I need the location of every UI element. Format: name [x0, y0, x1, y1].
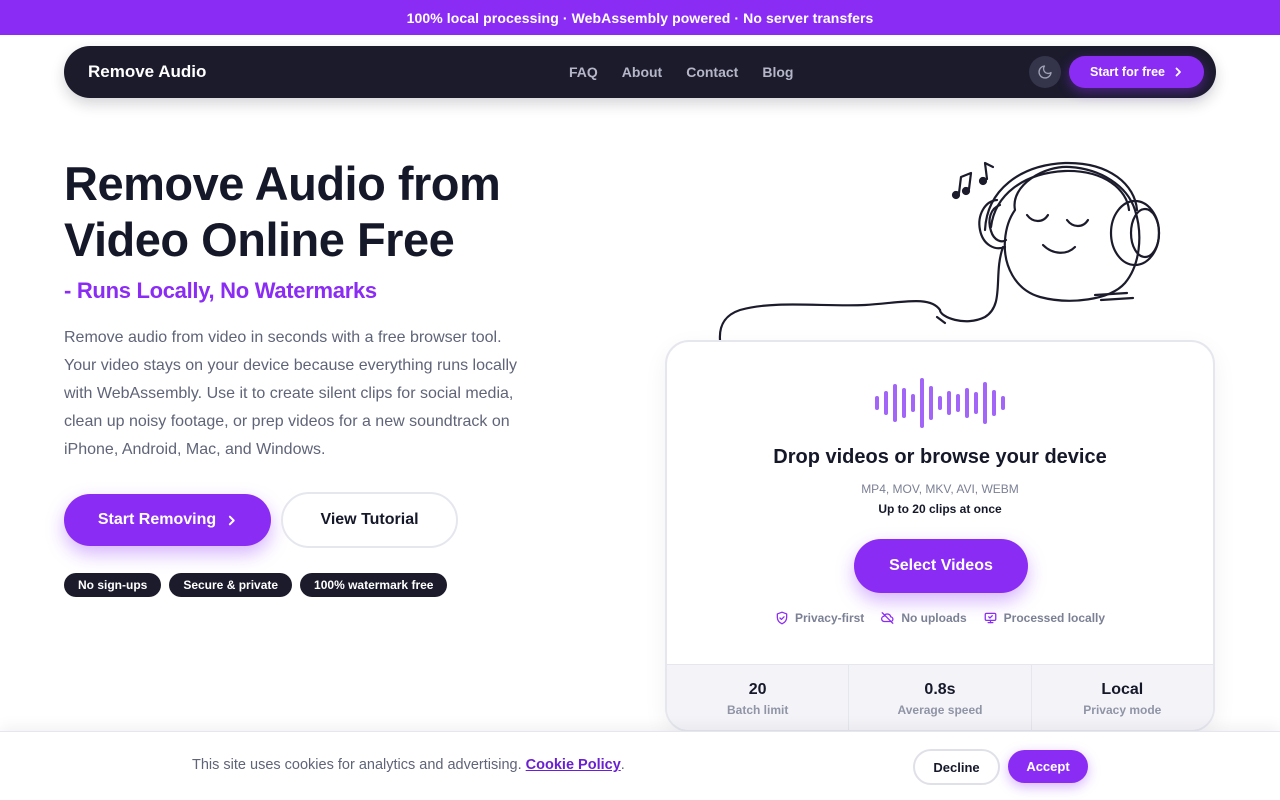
start-for-free-label: Start for free [1089, 65, 1166, 79]
nav-link-faq[interactable]: FAQ [569, 64, 598, 80]
stat-label: Average speed [897, 703, 983, 717]
select-videos-button[interactable]: Select Videos [854, 539, 1028, 593]
moon-icon [1038, 65, 1052, 79]
cookie-banner: This site uses cookies for analytics and… [0, 731, 1280, 800]
cookie-text: This site uses cookies for analytics and… [192, 757, 522, 773]
start-removing-button[interactable]: Start Removing [64, 494, 271, 546]
hero-description: Remove audio from video in seconds with … [64, 329, 517, 458]
start-for-free-button[interactable]: Start for free [1069, 56, 1204, 88]
decline-label: Decline [933, 759, 980, 775]
badge-no-signups: No sign-ups [64, 573, 162, 597]
feature-no-uploads: No uploads [880, 611, 967, 625]
nav-link-blog[interactable]: Blog [762, 64, 793, 80]
cookie-period: . [620, 757, 625, 773]
cookie-policy-link[interactable]: Cookie Policy [526, 757, 621, 773]
nav-link-about[interactable]: About [622, 64, 662, 80]
stat-batch-limit: 20 Batch limit [667, 665, 850, 730]
chevron-right-icon [1175, 67, 1181, 77]
chevron-right-icon [228, 515, 235, 525]
accept-label: Accept [1026, 759, 1070, 774]
stat-privacy-mode: Local Privacy mode [1032, 665, 1213, 730]
badge-secure: Secure & private [169, 573, 293, 597]
theme-toggle-button[interactable] [1029, 56, 1061, 88]
dropzone-title: Drop videos or browse your device [773, 446, 1107, 468]
announcement-text: 100% local processing · WebAssembly powe… [406, 9, 874, 26]
monitor-check-icon [984, 612, 997, 624]
nav-links: FAQ About Contact Blog [569, 64, 793, 80]
feature-label: Processed locally [1003, 611, 1106, 625]
view-tutorial-button[interactable]: View Tutorial [281, 492, 458, 548]
badge-watermark-free: 100% watermark free [300, 573, 448, 597]
nav-link-contact[interactable]: Contact [686, 64, 738, 80]
accept-button[interactable]: Accept [1008, 750, 1088, 783]
clip-limit: Up to 20 clips at once [878, 502, 1002, 516]
start-removing-label: Start Removing [97, 511, 217, 528]
cloud-off-icon [881, 612, 894, 624]
view-tutorial-label: View Tutorial [320, 511, 419, 528]
upload-dropzone[interactable]: Drop videos or browse your device MP4, M… [665, 340, 1215, 732]
feature-label: No uploads [901, 611, 967, 625]
hero-subtitle: - Runs Locally, No Watermarks [64, 278, 377, 303]
supported-formats: MP4, MOV, MKV, AVI, WEBM [861, 482, 1019, 496]
shield-check-icon [776, 611, 788, 625]
cookie-message: This site uses cookies for analytics and… [192, 757, 625, 773]
headphones-illustration [718, 161, 1161, 342]
announcement-bar: 100% local processing · WebAssembly powe… [0, 0, 1280, 35]
stat-label: Privacy mode [1083, 703, 1162, 717]
privacy-features: Privacy-first No uploads Processed local… [667, 611, 1213, 625]
brand-logo[interactable]: Remove Audio [88, 62, 206, 82]
feature-label: Privacy-first [794, 611, 865, 625]
stat-average-speed: 0.8s Average speed [849, 665, 1032, 730]
decline-button[interactable]: Decline [913, 749, 1000, 785]
stat-value: Local [1101, 681, 1144, 698]
stat-value: 20 [748, 681, 767, 698]
hero-title: Remove Audio from Video Online Free [64, 157, 501, 266]
stat-value: 0.8s [924, 681, 956, 698]
feature-privacy-first: Privacy-first [775, 611, 864, 625]
main-nav: Remove Audio FAQ About Contact Blog Star… [64, 46, 1216, 98]
feature-processed-locally: Processed locally [983, 611, 1105, 625]
trust-badges: No sign-ups Secure & private 100% waterm… [64, 573, 448, 597]
audio-wave-icon [875, 378, 1005, 428]
select-videos-label: Select Videos [889, 557, 993, 574]
stats-row: 20 Batch limit 0.8s Average speed Local … [667, 664, 1213, 730]
stat-label: Batch limit [726, 703, 789, 717]
